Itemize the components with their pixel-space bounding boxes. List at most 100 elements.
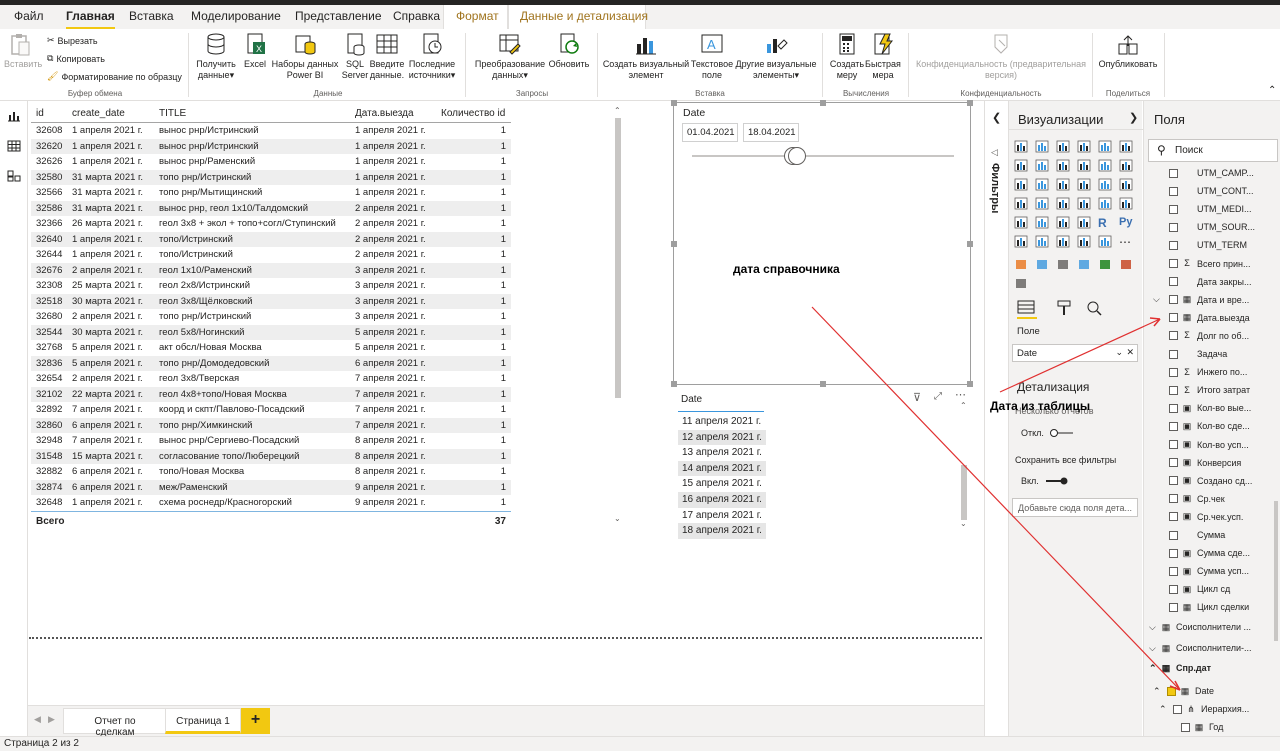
checkbox-icon[interactable]: [1169, 548, 1178, 558]
field-item[interactable]: UTM_TERM: [1153, 236, 1247, 254]
new-measure-button[interactable]: Создать меру: [828, 32, 866, 81]
table-row[interactable]: 32892 7 апреля 2021 г. коорд и скпт/Павлов…: [31, 402, 511, 418]
stacked-column-icon[interactable]: [1035, 140, 1050, 154]
checkbox-icon[interactable]: [1169, 186, 1178, 196]
scroll-thumb[interactable]: [615, 118, 621, 398]
checkbox-icon[interactable]: [1169, 476, 1178, 486]
report-view-icon[interactable]: [7, 110, 21, 122]
filters-label[interactable]: Фильтры: [989, 163, 1001, 213]
qa-icon[interactable]: [1056, 235, 1071, 249]
filled-map-icon[interactable]: [1035, 197, 1050, 211]
area-chart-icon[interactable]: [1035, 159, 1050, 173]
slicer-from-date[interactable]: 01.04.2021: [682, 123, 738, 142]
checkbox-icon[interactable]: [1169, 331, 1178, 341]
checkbox-icon[interactable]: [1169, 403, 1178, 413]
custom-visual-list-icon[interactable]: [1056, 258, 1071, 272]
field-item[interactable]: ▣ Цикл сд: [1153, 580, 1230, 598]
tab-view[interactable]: Представление: [295, 9, 382, 23]
refresh-button[interactable]: Обновить: [546, 32, 592, 70]
table-spr-dat[interactable]: ⌃ ▦ Спр.дат: [1149, 659, 1211, 677]
scroll-thumb[interactable]: [961, 465, 967, 520]
card-icon[interactable]: [1098, 197, 1113, 211]
field-hierarchy[interactable]: ⌃ ⋔ Иерархия...: [1159, 700, 1249, 718]
table-row[interactable]: 32566 31 марта 2021 г. топо рнр/Мытищински…: [31, 185, 511, 201]
checkbox-icon[interactable]: [1169, 584, 1178, 594]
tab-file[interactable]: Файл: [14, 9, 44, 23]
field-item[interactable]: ▦ Дата.выезда: [1153, 309, 1250, 327]
field-item[interactable]: ▣ Конверсия: [1153, 454, 1241, 472]
custom-visual-heatmap-icon[interactable]: [1119, 258, 1134, 272]
100-column-icon[interactable]: [1119, 140, 1134, 154]
field-year[interactable]: ▦ Год: [1181, 718, 1223, 736]
multi-row-card-icon[interactable]: [1119, 197, 1134, 211]
filters-pane-collapsed[interactable]: ❮ ◁ Фильтры: [984, 101, 1008, 736]
checkbox-icon[interactable]: [1169, 168, 1178, 178]
scroll-up-icon[interactable]: ⌃: [614, 106, 621, 115]
field-item[interactable]: UTM_SOUR...: [1153, 218, 1255, 236]
tab-insert[interactable]: Вставка: [129, 9, 174, 23]
table-row[interactable]: 32654 2 апреля 2021 г. геол 3х8/Тверская 7 …: [31, 371, 511, 387]
table-coperformers-2[interactable]: ⌵ ▦ Соисполнители-...: [1149, 639, 1251, 657]
custom-visual-fish-icon[interactable]: [1014, 258, 1029, 272]
resize-handle[interactable]: [820, 100, 826, 106]
checkbox-icon[interactable]: [1169, 240, 1178, 250]
paginated-icon[interactable]: [1098, 235, 1113, 249]
line-chart-icon[interactable]: [1014, 159, 1029, 173]
table-row[interactable]: 32626 1 апреля 2021 г. вынос рнр/Раменский…: [31, 154, 511, 170]
field-date[interactable]: ⌃ ▦ Date: [1153, 682, 1214, 700]
table-row[interactable]: 32644 1 апреля 2021 г. топо/Истринский 2 ап…: [31, 247, 511, 263]
checkbox-icon[interactable]: [1169, 566, 1178, 576]
slicer-to-date[interactable]: 18.04.2021: [743, 123, 799, 142]
enter-data-button[interactable]: Введите данные.: [368, 32, 406, 81]
checkbox-icon[interactable]: [1169, 440, 1178, 449]
field-item[interactable]: Σ Инжего по...: [1153, 363, 1247, 381]
date-list-item[interactable]: 15 апреля 2021 г.: [678, 476, 766, 492]
pie-chart-icon[interactable]: [1077, 178, 1092, 192]
checkbox-icon[interactable]: [1169, 385, 1178, 395]
page-tab-page-1[interactable]: Страница 1: [165, 708, 241, 734]
table-row[interactable]: 32836 5 апреля 2021 г. топо рнр/Домодедовс…: [31, 355, 511, 371]
quick-measure-button[interactable]: Быстрая мера: [864, 32, 902, 81]
field-item[interactable]: ▣ Кол-во усп...: [1153, 436, 1249, 454]
checkbox-icon[interactable]: [1169, 259, 1178, 268]
tab-modeling[interactable]: Моделирование: [191, 9, 281, 23]
table-row[interactable]: 32366 26 марта 2021 г. геол 3х8 + экол + т…: [31, 216, 511, 232]
new-visual-button[interactable]: Создать визуальный элемент: [602, 32, 690, 81]
checkbox-icon[interactable]: [1169, 313, 1178, 323]
clustered-column-icon[interactable]: [1077, 140, 1092, 154]
slicer-track[interactable]: [692, 155, 954, 157]
column-header-departure-date[interactable]: Дата.выезда: [355, 108, 414, 119]
scroll-up-icon[interactable]: ⌃: [960, 401, 967, 410]
map-icon[interactable]: [1014, 197, 1029, 211]
date-list-item[interactable]: 14 апреля 2021 г.: [678, 460, 766, 477]
table-row[interactable]: 32640 1 апреля 2021 г. топо/Истринский 2 ап…: [31, 231, 511, 247]
shape-map-icon[interactable]: [1056, 197, 1071, 211]
line-column-icon[interactable]: [1077, 159, 1092, 173]
chevron-down-icon[interactable]: ⌄: [1115, 347, 1123, 358]
checkbox-icon[interactable]: [1173, 704, 1182, 714]
tab-format[interactable]: Формат: [456, 9, 499, 23]
r-visual-icon[interactable]: R: [1098, 216, 1113, 230]
field-well-date[interactable]: Date ⌄ ✕: [1012, 344, 1138, 362]
table-coperformers-1[interactable]: ⌵ ▦ Соисполнители ...: [1149, 618, 1251, 636]
cross-report-toggle[interactable]: Откл.: [1021, 428, 1075, 438]
smart-narrative-icon[interactable]: [1077, 235, 1092, 249]
table-row[interactable]: 32608 1 апреля 2021 г. вынос рнр/Истрински…: [31, 123, 511, 139]
table-icon[interactable]: [1056, 216, 1071, 230]
checkbox-icon[interactable]: [1169, 421, 1178, 431]
table-row[interactable]: 32948 7 апреля 2021 г. вынос рнр/Сергиево-…: [31, 433, 511, 449]
slicer-handle-end[interactable]: [788, 147, 806, 165]
table-row[interactable]: 32620 1 апреля 2021 г. вынос рнр/Истрински…: [31, 138, 511, 154]
matrix-icon[interactable]: [1077, 216, 1092, 230]
resize-handle[interactable]: [671, 100, 677, 106]
python-visual-icon[interactable]: Py: [1119, 216, 1134, 230]
column-header-count-id[interactable]: Количество id: [441, 108, 505, 119]
field-item[interactable]: ▣ Ср.чек: [1153, 490, 1225, 508]
field-item[interactable]: UTM_CONT...: [1153, 182, 1254, 200]
data-view-icon[interactable]: [7, 140, 21, 152]
checkbox-icon[interactable]: [1169, 367, 1178, 377]
sql-server-button[interactable]: SQL Server: [340, 32, 370, 81]
date-list-item[interactable]: 11 апреля 2021 г.: [678, 414, 766, 430]
table-row[interactable]: 32882 6 апреля 2021 г. топо/Новая Москва 8 …: [31, 464, 511, 480]
tab-data-drill[interactable]: Данные и детализация: [520, 9, 648, 23]
